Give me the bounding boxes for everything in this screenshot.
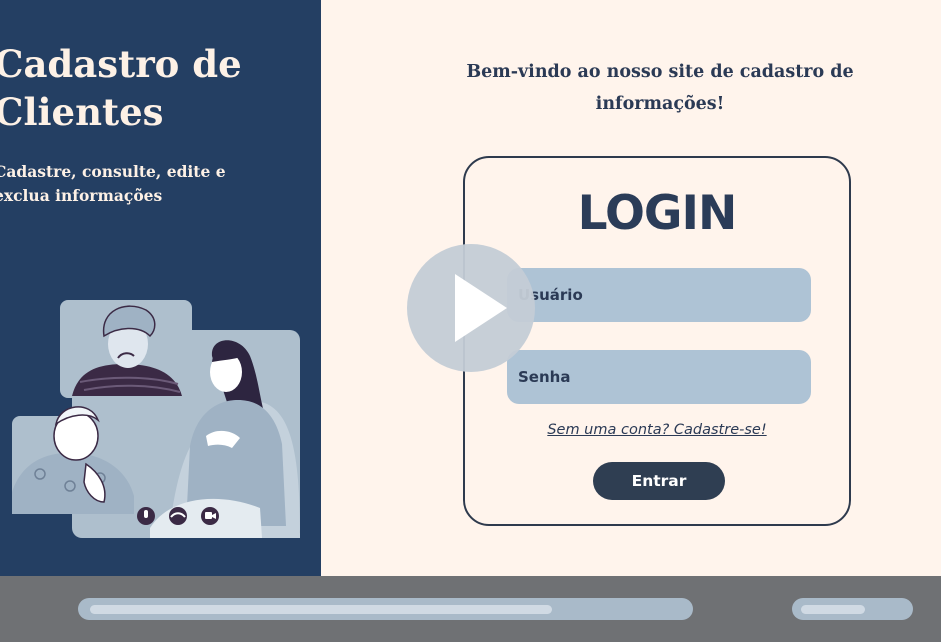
login-button[interactable]: Entrar	[593, 462, 725, 500]
hero-subtitle: Cadastre, consulte, edite e exclua infor…	[0, 162, 226, 205]
username-field[interactable]: Usuário	[507, 268, 811, 322]
play-icon	[455, 274, 507, 342]
play-button[interactable]	[407, 244, 535, 372]
video-controls-bar	[0, 576, 941, 642]
left-panel: Cadastro de Clientes Cadastre, consulte,…	[0, 0, 321, 576]
login-title: LOGIN	[577, 186, 738, 241]
signup-link[interactable]: Sem uma conta? Cadastre-se!	[465, 422, 849, 438]
welcome-message: Bem-vindo ao nosso site de cadastro de i…	[466, 62, 854, 114]
hero-title: Cadastro de Clientes	[0, 42, 242, 134]
progress-fill	[90, 605, 552, 614]
volume-fill	[801, 605, 865, 614]
video-call-illustration	[12, 300, 300, 538]
password-field[interactable]: Senha	[507, 350, 811, 404]
